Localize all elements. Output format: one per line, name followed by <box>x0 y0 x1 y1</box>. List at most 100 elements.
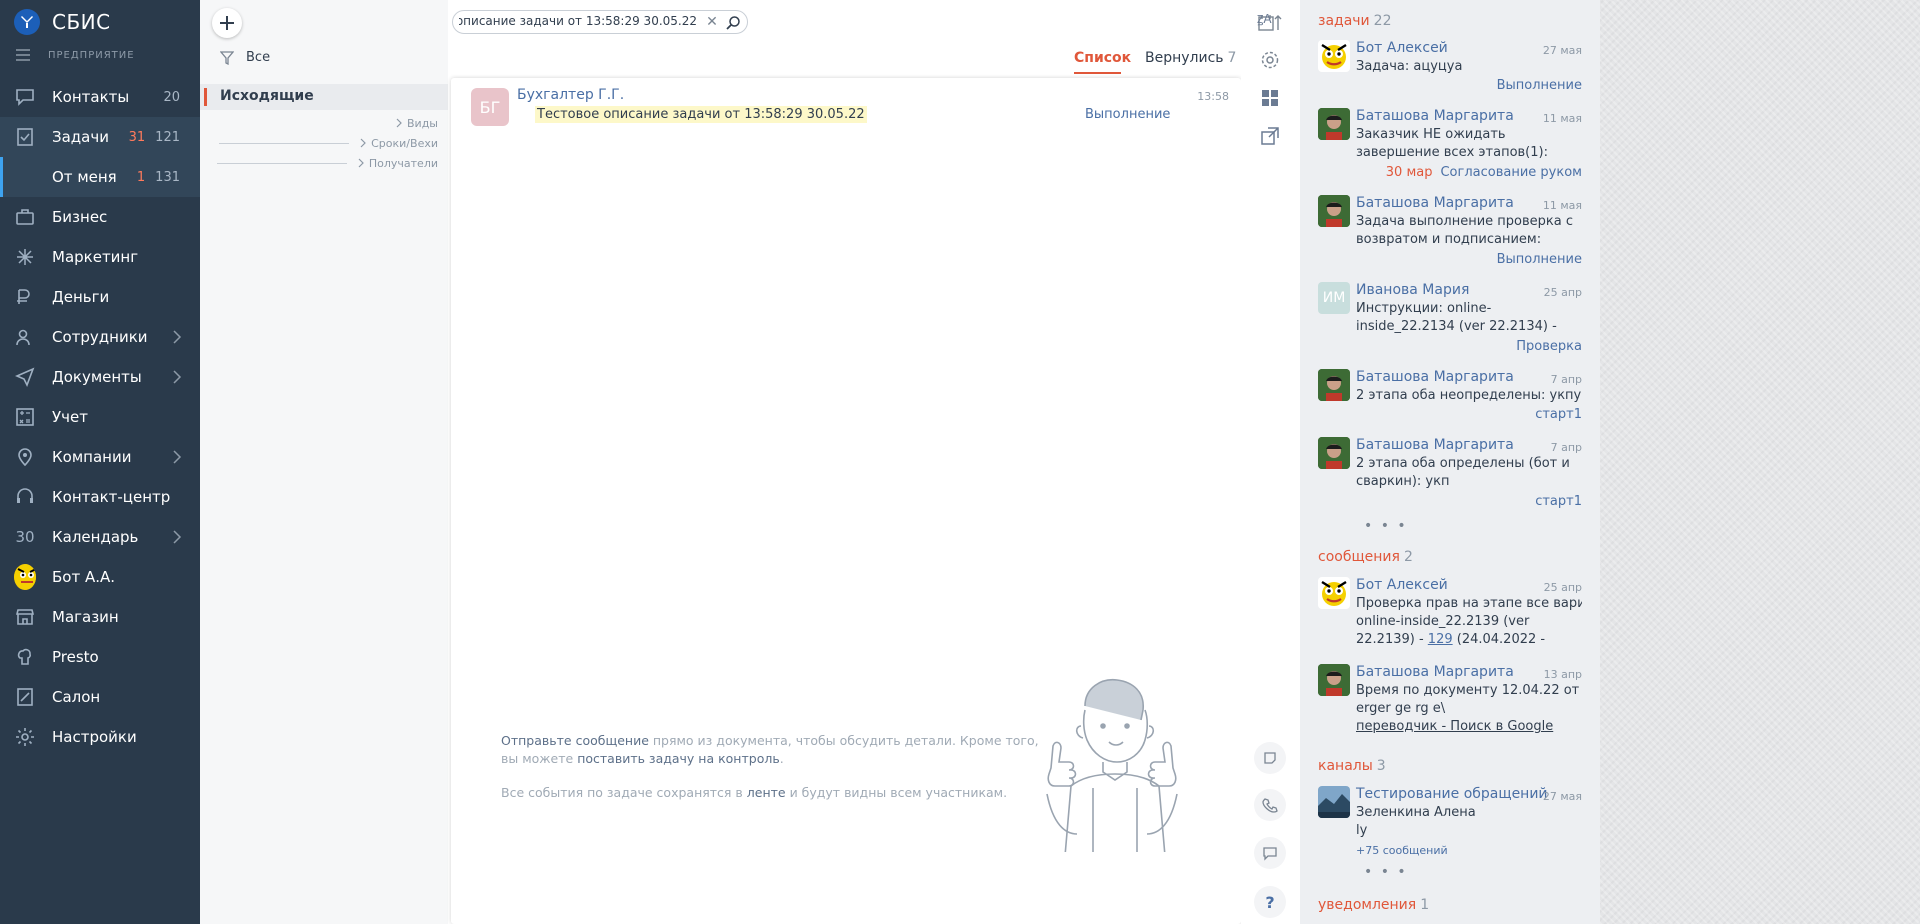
total-count: 131 <box>155 169 180 185</box>
feed-status[interactable]: Выполнение <box>1497 78 1582 93</box>
feed-task-item[interactable]: Баташова Маргарита 7 апр 2 этапа оба опр… <box>1318 437 1582 513</box>
feed-message-item[interactable]: Баташова Маргарита 13 апр Время по докум… <box>1318 664 1582 740</box>
plus-icon <box>220 16 234 30</box>
org-switcher[interactable]: ПРЕДПРИЯТИЕ <box>16 49 135 61</box>
group-label: Виды <box>407 116 438 130</box>
task-time: 13:58 <box>1197 90 1229 103</box>
nav-item-business[interactable]: Бизнес <box>0 197 200 237</box>
messages-section-title[interactable]: сообщения 2 <box>1318 549 1413 565</box>
send-message-link[interactable]: Отправьте сообщение <box>501 733 649 748</box>
nav-item-count: 31 121 <box>129 130 180 145</box>
nav-item-calendar[interactable]: 30 Календарь <box>0 517 200 557</box>
nav-item-accounting[interactable]: Учет <box>0 397 200 437</box>
chevron-right-icon[interactable] <box>168 528 186 546</box>
task-status[interactable]: Выполнение <box>1085 107 1170 122</box>
feed-task-item[interactable]: Баташова Маргарита 11 мая Задача выполне… <box>1318 195 1582 271</box>
tab-list[interactable]: Список <box>1074 50 1131 66</box>
feed-task-item[interactable]: Баташова Маргарита 11 мая Заказчик НЕ ож… <box>1318 108 1582 184</box>
nav-item-label: Сотрудники <box>52 328 148 346</box>
nav-item-documents[interactable]: Документы <box>0 357 200 397</box>
task-author[interactable]: Бухгалтер Г.Г. <box>517 87 624 103</box>
tab-returned[interactable]: Вернулись 7 <box>1145 50 1236 66</box>
section-count: 2 <box>1403 549 1413 565</box>
nav-item-bot[interactable]: Бот А.А. <box>0 557 200 597</box>
avatar <box>1318 369 1350 401</box>
feed-task-item[interactable]: Баташова Маргарита 7 апр 2 этапа оба нео… <box>1318 369 1582 425</box>
money-icon <box>14 286 36 308</box>
nav-item-settings[interactable]: Настройки <box>0 717 200 757</box>
nav-item-label: Настройки <box>52 728 137 746</box>
add-button[interactable] <box>212 8 242 38</box>
salon-icon <box>14 686 36 708</box>
message-link[interactable]: переводчик - Поиск в Google <box>1356 718 1582 736</box>
group-recipients[interactable]: Получатели <box>216 155 438 171</box>
calendar-icon: 30 <box>15 528 35 546</box>
more-channels-button[interactable]: • • • <box>1364 864 1408 880</box>
feed-status[interactable]: 30 мар Согласование руком <box>1386 165 1582 180</box>
feed-task-item[interactable]: ИМ Иванова Мария 25 апр Инструкции: onli… <box>1318 282 1582 358</box>
group-deadlines[interactable]: Сроки/Вехи <box>219 135 438 151</box>
folder-outgoing[interactable]: Исходящие <box>200 84 448 110</box>
message-link[interactable]: 129 <box>1428 632 1453 647</box>
logo[interactable]: СБИС <box>14 8 111 36</box>
section-count: 3 <box>1376 758 1386 774</box>
filter-panel: Все Исходящие Виды Сроки/Вехи Получатели <box>200 0 448 924</box>
search-value[interactable]: Тестовое описание задачи от 13:58:29 30.… <box>459 14 697 28</box>
nav-item-marketing[interactable]: Маркетинг <box>0 237 200 277</box>
nav-item-shop[interactable]: Магазин <box>0 597 200 637</box>
channel-sender: Зеленкина Алена <box>1356 805 1476 820</box>
nav-item-label: Календарь <box>52 528 139 546</box>
nav-item-label: Задачи <box>52 128 109 146</box>
feed-task-item[interactable]: Бот Алексей 27 мая Задача: ацуцуа Выполн… <box>1318 40 1582 96</box>
feed-link[interactable]: ленте <box>747 785 786 800</box>
chevron-right-icon[interactable] <box>168 368 186 386</box>
help-button[interactable]: ? <box>1254 886 1286 918</box>
close-icon[interactable]: ✕ <box>705 14 719 30</box>
divider <box>216 162 347 164</box>
feed-message-item[interactable]: Бот Алексей 25 апр Проверка прав на этап… <box>1318 577 1582 653</box>
gear-icon[interactable] <box>1257 47 1283 73</box>
chevron-right-icon <box>396 118 402 128</box>
feed-status[interactable]: Проверка <box>1516 339 1582 354</box>
menu-icon <box>16 49 30 61</box>
feed-date: 27 мая <box>1542 790 1582 803</box>
search-input[interactable]: Тестовое описание задачи от 13:58:29 30.… <box>452 10 748 34</box>
nav-item-companies[interactable]: Компании <box>0 437 200 477</box>
nav-item-contact-center[interactable]: Контакт-центр <box>0 477 200 517</box>
search-icon[interactable] <box>725 15 741 31</box>
control-task-link[interactable]: поставить задачу на контроль <box>577 751 780 766</box>
feed-text: 2 этапа оба неопределены: укпу <box>1356 388 1582 403</box>
tasks-section-title[interactable]: задачи 22 <box>1318 13 1391 29</box>
notifications-section-title[interactable]: уведомления 1 <box>1318 897 1429 913</box>
feed-status[interactable]: Выполнение <box>1497 252 1582 267</box>
channels-section-title[interactable]: каналы 3 <box>1318 758 1386 774</box>
selection-indicator <box>0 157 3 197</box>
nav-item-presto[interactable]: Presto <box>0 637 200 677</box>
nav-item-employees[interactable]: Сотрудники <box>0 317 200 357</box>
grid-icon[interactable] <box>1257 85 1283 111</box>
chevron-right-icon[interactable] <box>168 448 186 466</box>
nav-item-money[interactable]: Деньги <box>0 277 200 317</box>
feed-date: 11 мая <box>1542 199 1582 212</box>
nav-item-tasks[interactable]: Задачи 31 121 <box>0 117 200 157</box>
task-link-icon[interactable] <box>1257 123 1283 149</box>
nav-item-contacts[interactable]: Контакты 20 <box>0 77 200 117</box>
nav-item-count: 1 131 <box>137 170 180 185</box>
call-button[interactable] <box>1254 789 1286 821</box>
note-button[interactable] <box>1254 742 1286 774</box>
chevron-right-icon[interactable] <box>168 328 186 346</box>
feed-status[interactable]: старт1 <box>1535 494 1582 509</box>
feed-channel-item[interactable]: Тестирование обращений 27 мая Зеленкина … <box>1318 786 1582 860</box>
note-icon <box>1264 752 1276 764</box>
group-types[interactable]: Виды <box>385 115 438 131</box>
feed-text: Заказчик НЕ ожидать завершение всех этап… <box>1356 127 1548 160</box>
font-size-icon-glyph[interactable]: ꙀA <box>1257 12 1272 27</box>
more-messages-link[interactable]: +75 сообщений <box>1356 842 1582 858</box>
nav-item-from-me[interactable]: От меня 1 131 <box>0 157 200 197</box>
filter-all[interactable]: Все <box>220 50 270 65</box>
chat-button[interactable] <box>1254 837 1286 869</box>
feed-date: 7 апр <box>1550 373 1582 386</box>
more-tasks-button[interactable]: • • • <box>1364 518 1408 534</box>
nav-item-salon[interactable]: Салон <box>0 677 200 717</box>
feed-status[interactable]: старт1 <box>1535 407 1582 422</box>
